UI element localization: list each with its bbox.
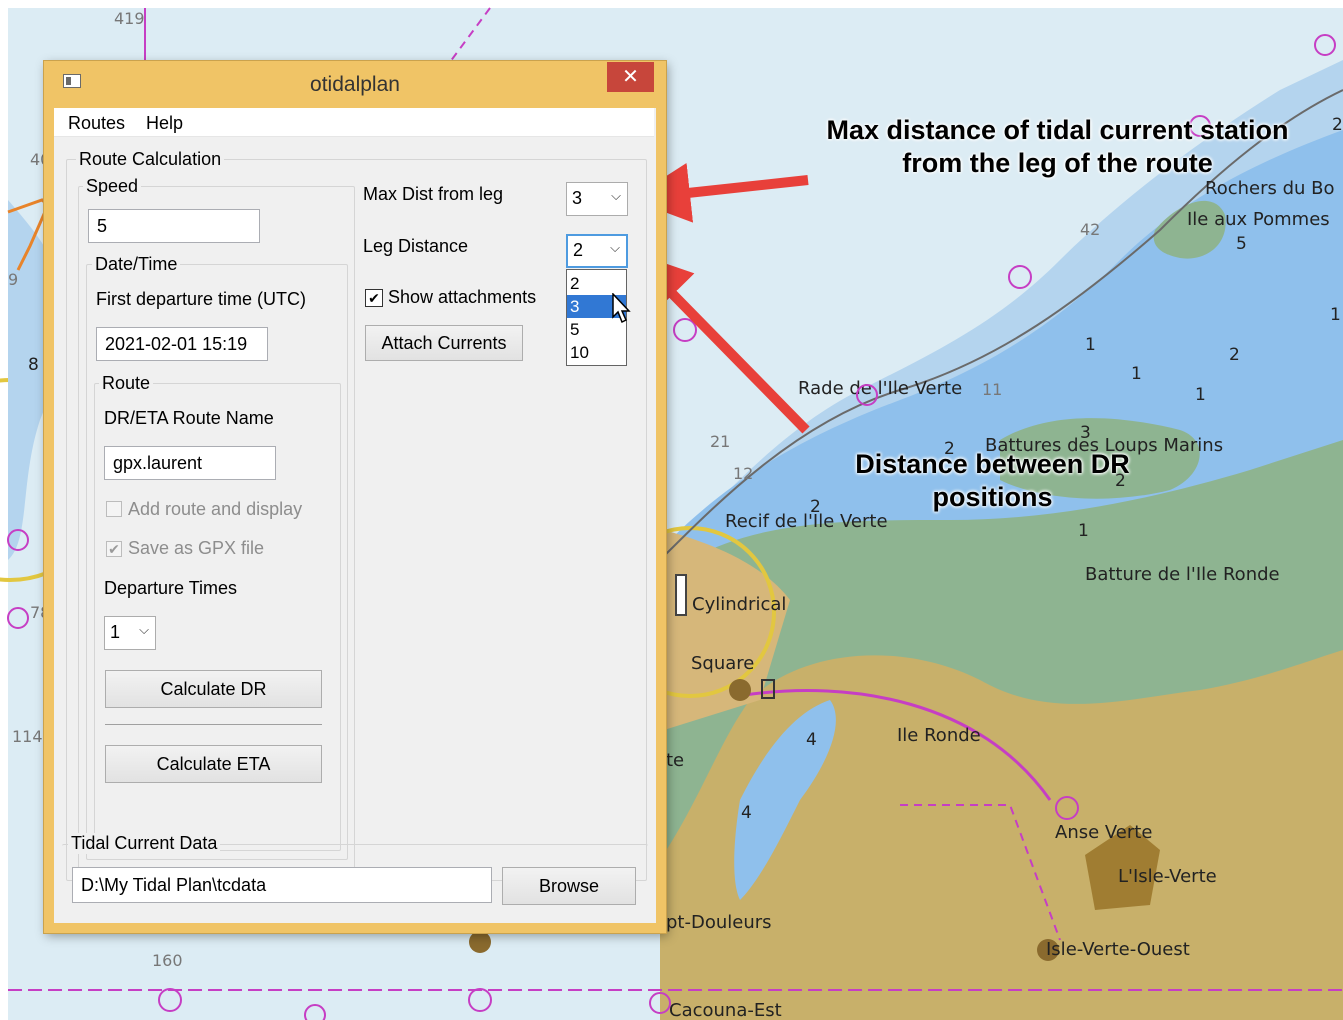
- menu-help[interactable]: Help: [146, 113, 183, 134]
- tidal-data-title: Tidal Current Data: [68, 833, 221, 854]
- chevron-down-icon: ⌵: [139, 622, 149, 637]
- svg-text:1: 1: [1195, 385, 1206, 405]
- svg-text:2: 2: [1332, 115, 1343, 135]
- save-gpx-label: Save as GPX file: [128, 538, 265, 558]
- route-name-input[interactable]: gpx.laurent: [104, 446, 276, 480]
- window-client: Routes Help Route Calculation Speed 5 Da…: [54, 108, 656, 923]
- svg-text:Square: Square: [691, 653, 754, 674]
- otidalplan-window: otidalplan ✕ Routes Help Route Calculati…: [44, 61, 666, 933]
- max-dist-value: 3: [572, 188, 583, 208]
- svg-text:Recif de l'Ile Verte: Recif de l'Ile Verte: [725, 511, 888, 532]
- leg-distance-value: 2: [573, 240, 584, 260]
- calculate-dr-button[interactable]: Calculate DR: [105, 670, 322, 708]
- chevron-down-icon: ⌵: [611, 188, 621, 203]
- svg-text:Cacouna-Est: Cacouna-Est: [669, 1000, 782, 1020]
- add-route-label: Add route and display: [128, 499, 303, 519]
- tidal-path-input[interactable]: D:\My Tidal Plan\tcdata: [72, 867, 492, 903]
- menu-routes[interactable]: Routes: [68, 113, 125, 134]
- add-route-checkbox[interactable]: [106, 501, 122, 517]
- route-calculation-title: Route Calculation: [76, 149, 225, 170]
- svg-text:4: 4: [806, 730, 817, 750]
- svg-text:21: 21: [710, 432, 730, 451]
- show-attachments-label: Show attachments: [388, 287, 537, 307]
- route-title: Route: [99, 373, 154, 394]
- departure-times-select[interactable]: 1 ⌵: [104, 616, 156, 650]
- speed-input[interactable]: 5: [88, 209, 260, 243]
- svg-text:2: 2: [810, 497, 821, 517]
- svg-text:Batture de l'Ile Ronde: Batture de l'Ile Ronde: [1085, 564, 1280, 585]
- window-title: otidalplan: [310, 73, 400, 96]
- svg-text:Isle-Verte-Ouest: Isle-Verte-Ouest: [1046, 939, 1190, 960]
- svg-text:4: 4: [741, 803, 752, 823]
- svg-text:5: 5: [1236, 234, 1247, 254]
- svg-text:160: 160: [152, 951, 183, 970]
- max-dist-label: Max Dist from leg: [363, 184, 504, 204]
- separator: [105, 724, 322, 725]
- svg-text:114: 114: [12, 727, 43, 746]
- svg-text:3: 3: [1080, 423, 1091, 443]
- route-name-label: DR/ETA Route Name: [104, 408, 274, 428]
- title-bar[interactable]: otidalplan ✕: [44, 61, 666, 105]
- calculate-eta-button[interactable]: Calculate ETA: [105, 745, 322, 783]
- svg-text:1: 1: [1131, 364, 1142, 384]
- svg-text:Rochers du Bo: Rochers du Bo: [1205, 178, 1335, 199]
- browse-button[interactable]: Browse: [502, 867, 636, 905]
- svg-text:419: 419: [114, 9, 145, 28]
- show-attachments-checkbox[interactable]: ✔: [365, 289, 383, 307]
- mouse-cursor-icon: [612, 293, 631, 324]
- svg-text:te: te: [666, 750, 684, 771]
- svg-text:9: 9: [8, 270, 18, 289]
- departure-times-value: 1: [110, 622, 121, 642]
- svg-text:Cylindrical: Cylindrical: [692, 594, 786, 615]
- first-departure-input[interactable]: 2021-02-01 15:19: [96, 327, 268, 361]
- svg-text:12: 12: [733, 464, 753, 483]
- svg-text:8: 8: [28, 355, 39, 375]
- save-gpx-checkbox[interactable]: ✔: [106, 541, 122, 557]
- svg-text:2: 2: [1229, 345, 1240, 365]
- svg-text:Ile aux Pommes: Ile aux Pommes: [1187, 209, 1330, 230]
- speed-label: Speed: [83, 176, 142, 197]
- close-button[interactable]: ✕: [607, 62, 654, 92]
- svg-text:11: 11: [982, 380, 1002, 399]
- first-departure-label: First departure time (UTC): [96, 289, 307, 309]
- svg-text:1: 1: [1085, 335, 1096, 355]
- svg-text:1: 1: [1330, 305, 1341, 325]
- dropdown-option[interactable]: 2: [567, 272, 626, 295]
- svg-text:Rade de l'Ile Verte: Rade de l'Ile Verte: [798, 378, 962, 399]
- svg-text:Ile Ronde: Ile Ronde: [897, 725, 981, 746]
- svg-text:L'Isle-Verte: L'Isle-Verte: [1118, 866, 1217, 887]
- annotation-dr-distance: Distance between DR positions: [855, 449, 1130, 512]
- leg-distance-select[interactable]: 2 ⌵: [566, 234, 628, 268]
- svg-text:pt-Douleurs: pt-Douleurs: [666, 912, 772, 933]
- leg-distance-label: Leg Distance: [363, 236, 469, 256]
- chevron-down-icon: ⌵: [610, 240, 620, 255]
- svg-text:Anse Verte: Anse Verte: [1055, 822, 1152, 843]
- max-dist-select[interactable]: 3 ⌵: [566, 182, 628, 216]
- dropdown-option[interactable]: 10: [567, 341, 626, 364]
- datetime-title: Date/Time: [92, 254, 181, 275]
- departure-times-label: Departure Times: [104, 578, 238, 598]
- svg-text:42: 42: [1080, 220, 1100, 239]
- svg-text:1: 1: [1078, 521, 1089, 541]
- attach-currents-button[interactable]: Attach Currents: [365, 325, 523, 361]
- menu-bar: Routes Help: [54, 108, 654, 137]
- annotation-max-distance: Max distance of tidal current station fr…: [826, 115, 1289, 178]
